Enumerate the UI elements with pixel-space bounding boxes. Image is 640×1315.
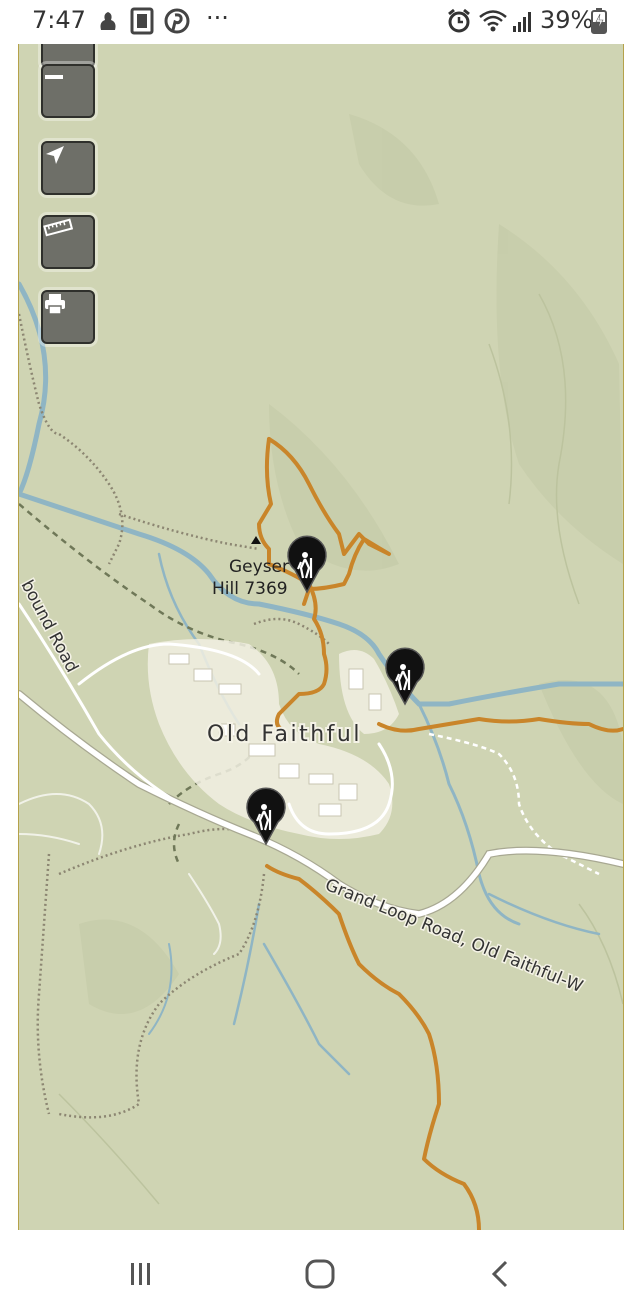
back-button[interactable] bbox=[470, 1252, 530, 1296]
printer-icon bbox=[45, 294, 65, 315]
road-label-side: bound Road bbox=[19, 577, 82, 676]
map-canvas[interactable]: Geyser Hill 7369 Old Faithful Grand Loop… bbox=[19, 44, 623, 1230]
zoom-out-button[interactable] bbox=[41, 64, 95, 118]
back-chevron-icon bbox=[491, 1260, 508, 1288]
peak-label-line1: Geyser bbox=[229, 557, 289, 577]
alarm-icon bbox=[446, 8, 472, 39]
home-icon bbox=[305, 1259, 335, 1289]
recent-apps-button[interactable] bbox=[111, 1252, 171, 1296]
pinterest-icon bbox=[164, 8, 190, 39]
trailhead-marker[interactable] bbox=[287, 535, 327, 594]
status-bar: 7:47 ··· 39% bbox=[0, 0, 640, 44]
map-view[interactable]: Geyser Hill 7369 Old Faithful Grand Loop… bbox=[18, 44, 624, 1230]
wifi-icon bbox=[478, 8, 508, 39]
recent-apps-icon bbox=[131, 1263, 150, 1285]
location-arrow-icon bbox=[46, 146, 64, 164]
print-button[interactable] bbox=[41, 290, 95, 344]
signal-icon bbox=[512, 8, 534, 39]
app-notification-icon bbox=[97, 8, 119, 39]
battery-percent: 39% bbox=[540, 6, 594, 34]
more-notifications: ··· bbox=[206, 4, 229, 32]
status-time: 7:47 bbox=[32, 6, 86, 34]
system-nav-bar bbox=[0, 1230, 640, 1315]
locate-button[interactable] bbox=[41, 141, 95, 195]
minus-icon bbox=[45, 75, 63, 79]
ruler-icon bbox=[43, 218, 73, 237]
home-button[interactable] bbox=[290, 1252, 350, 1296]
peak-label-line2: Hill 7369 bbox=[212, 579, 288, 599]
battery-charging-icon bbox=[591, 8, 607, 39]
town-label: Old Faithful bbox=[207, 722, 362, 747]
cards-icon bbox=[130, 7, 154, 40]
measure-button[interactable] bbox=[41, 215, 95, 269]
